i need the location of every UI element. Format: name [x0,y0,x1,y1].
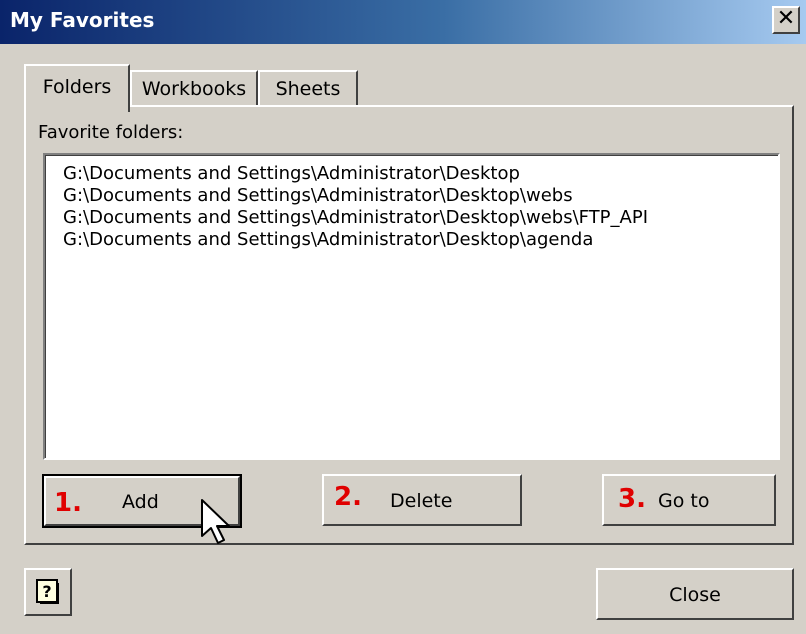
add-step-number: 1. [54,488,82,518]
list-item[interactable]: G:\Documents and Settings\Administrator\… [63,163,520,184]
close-button-label: Close [669,584,721,606]
go-to-button-label: Go to [658,490,710,512]
go-to-button[interactable]: 3. Go to [602,474,776,526]
favorite-folders-list[interactable]: G:\Documents and Settings\Administrator\… [43,153,780,460]
go-to-step-number: 3. [618,484,646,514]
list-item[interactable]: G:\Documents and Settings\Administrator\… [63,207,648,228]
close-window-button[interactable]: ✕ [772,6,800,34]
tab-workbooks[interactable]: Workbooks [130,70,258,106]
tab-sheets[interactable]: Sheets [258,70,358,106]
add-button-label: Add [122,491,159,513]
tab-workbooks-label: Workbooks [141,78,247,100]
mouse-pointer-icon [201,499,230,544]
tab-folders[interactable]: Folders [24,64,130,112]
svg-text:?: ? [42,582,51,601]
my-favorites-dialog: My Favorites ✕ Folders Workbooks Sheets … [0,0,806,634]
close-icon: ✕ [776,6,796,31]
list-item[interactable]: G:\Documents and Settings\Administrator\… [63,229,593,250]
list-item[interactable]: G:\Documents and Settings\Administrator\… [63,185,573,206]
favorite-folders-label: Favorite folders: [38,122,184,143]
delete-button-label: Delete [390,490,453,512]
title-bar[interactable]: My Favorites ✕ [0,0,806,44]
close-button[interactable]: Close [596,568,794,620]
delete-step-number: 2. [334,482,362,512]
window-title: My Favorites [10,8,155,32]
help-button[interactable]: ? [24,568,72,616]
tab-sheets-label: Sheets [275,78,341,100]
tab-folders-label: Folders [42,76,112,98]
help-question-icon: ? [36,579,59,604]
delete-button[interactable]: 2. Delete [322,474,522,526]
